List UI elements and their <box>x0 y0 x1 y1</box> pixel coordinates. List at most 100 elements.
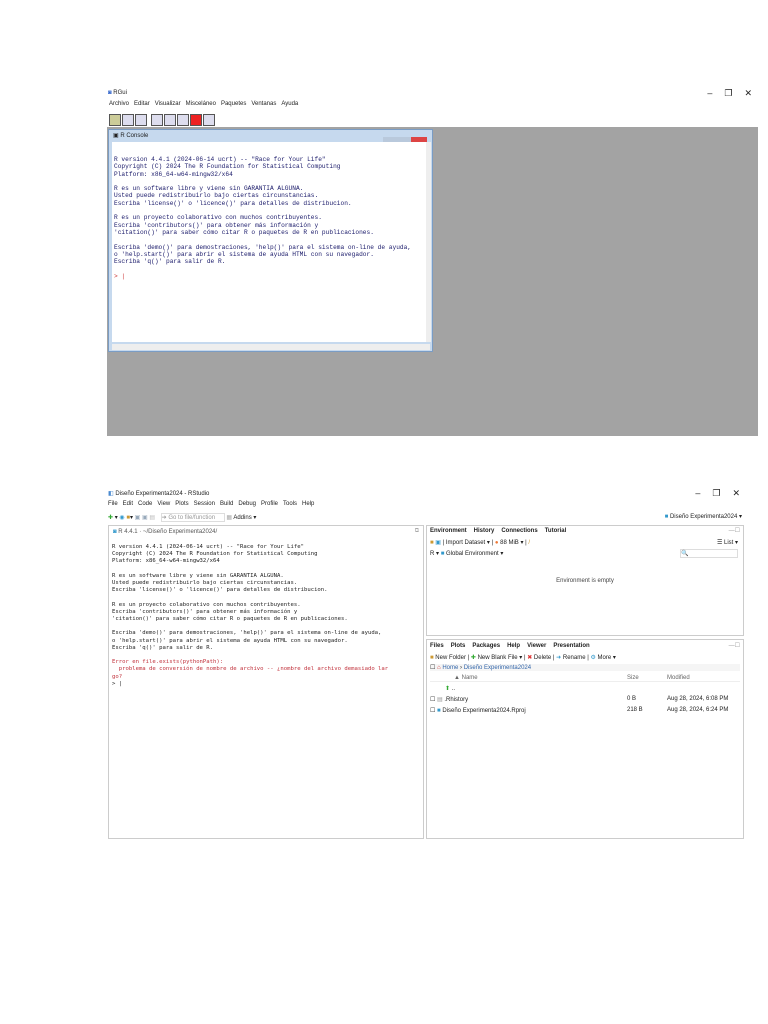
refresh-icon[interactable] <box>177 113 189 126</box>
print-icon[interactable] <box>203 113 215 126</box>
project-name: Diseño Experimenta2024 ▾ <box>669 514 742 520</box>
stop-icon[interactable] <box>190 113 202 126</box>
menu-editar[interactable]: Editar <box>134 101 150 107</box>
console-output[interactable]: R version 4.4.1 (2024-06-14 ucrt) -- "Ra… <box>112 544 422 688</box>
tab-presentation[interactable]: Presentation <box>553 643 589 649</box>
menu-build[interactable]: Build <box>220 501 233 507</box>
broom-icon[interactable]: / <box>528 540 530 546</box>
files-pane: Files Plots Packages Help Viewer Presentation… <box>426 639 744 839</box>
save-icon[interactable]: ▣ <box>435 540 441 546</box>
global-environment-select[interactable]: Global Environment ▾ <box>446 551 503 557</box>
menu-tools[interactable]: Tools <box>283 501 297 507</box>
console-line: Escriba 'demo()' para demostraciones, 'h… <box>112 630 382 637</box>
file-name[interactable]: .Rhistory <box>444 697 468 703</box>
environment-search-input[interactable]: 🔍 <box>680 549 738 558</box>
memory-icon: ● <box>494 540 499 546</box>
open-script-icon[interactable] <box>109 113 121 126</box>
tab-files[interactable]: Files <box>430 643 444 649</box>
menu-edit[interactable]: Edit <box>123 501 133 507</box>
language-select[interactable]: R ▾ <box>430 551 439 557</box>
list-view-button[interactable]: ☰ List ▾ <box>717 539 738 546</box>
save-icon[interactable] <box>135 113 147 126</box>
file-size: 218 B <box>627 707 643 713</box>
close-button[interactable]: ✕ <box>744 88 752 98</box>
delete-button[interactable]: Delete <box>534 655 551 661</box>
r-console-output[interactable]: R version 4.4.1 (2024-06-14 ucrt) -- "Ra… <box>112 142 426 342</box>
import-dataset-button[interactable]: Import Dataset ▾ <box>446 540 490 546</box>
console-line: problema de conversión de nombre de arch… <box>112 666 389 673</box>
rename-button[interactable]: Rename <box>563 655 586 661</box>
pane-minmax-icon[interactable]: —☐ <box>729 642 740 649</box>
tab-plots[interactable]: Plots <box>451 643 466 649</box>
file-row[interactable]: ☐ ■ Diseño Experimenta2024.Rproj 218 B A… <box>430 707 740 714</box>
r-console-title-text: R Console <box>120 133 149 139</box>
menu-plots[interactable]: Plots <box>175 501 188 507</box>
close-button[interactable]: ✕ <box>732 488 740 498</box>
load-icon[interactable]: ■ <box>430 540 434 546</box>
global-env-icon: ■ <box>440 551 445 557</box>
tab-connections[interactable]: Connections <box>501 528 537 534</box>
more-button[interactable]: More ▾ <box>598 655 616 661</box>
menu-profile[interactable]: Profile <box>261 501 278 507</box>
breadcrumb-project[interactable]: Diseño Experimenta2024 <box>464 665 531 671</box>
new-folder-button[interactable]: New Folder <box>435 655 466 661</box>
menu-paquetes[interactable]: Paquetes <box>221 101 246 107</box>
console-line: R es un proyecto colaborativo con muchos… <box>114 214 322 222</box>
menu-session[interactable]: Session <box>194 501 215 507</box>
environment-toolbar: ■ ▣ | Import Dataset ▾ | ● 88 MiB ▾ | / … <box>430 539 738 546</box>
console-line: Escriba 'contributors()' para obtener má… <box>112 608 298 615</box>
maximize-button[interactable]: ❐ <box>712 488 720 498</box>
new-project-icon[interactable]: ◉ <box>119 515 124 521</box>
paste-icon[interactable] <box>164 113 176 126</box>
maximize-button[interactable]: ❐ <box>724 88 732 98</box>
tab-viewer[interactable]: Viewer <box>527 643 546 649</box>
file-name[interactable]: Diseño Experimenta2024.Rproj <box>442 708 525 714</box>
addins-button[interactable]: Addins ▾ <box>233 515 256 521</box>
file-row[interactable]: ☐ ▤ .Rhistory 0 B Aug 28, 2024, 6:08 PM <box>430 696 740 703</box>
column-name[interactable]: ▲ Name <box>454 675 478 681</box>
menu-debug[interactable]: Debug <box>238 501 256 507</box>
goto-file-input[interactable]: ➜ Go to file/function <box>160 513 225 522</box>
column-modified[interactable]: Modified <box>667 675 690 681</box>
goto-placeholder: Go to file/function <box>168 515 216 521</box>
files-header: ▲ Name Size Modified <box>430 675 740 682</box>
print-icon[interactable]: ▤ <box>149 515 155 521</box>
copy-icon[interactable] <box>151 113 163 126</box>
minimize-button[interactable]: – <box>695 488 700 498</box>
minimize-button[interactable]: – <box>707 88 712 98</box>
tab-tutorial[interactable]: Tutorial <box>545 528 567 534</box>
vertical-scrollbar[interactable] <box>426 142 431 342</box>
breadcrumb-home[interactable]: Home <box>442 665 458 671</box>
menu-ventanas[interactable]: Ventanas <box>251 101 276 107</box>
new-blank-file-button[interactable]: New Blank File ▾ <box>478 655 523 661</box>
open-file-icon[interactable]: ■ <box>126 515 130 521</box>
menu-archivo[interactable]: Archivo <box>109 101 129 107</box>
menu-help[interactable]: Help <box>302 501 314 507</box>
tab-environment[interactable]: Environment <box>430 528 467 534</box>
column-size[interactable]: Size <box>627 675 639 681</box>
maximize-pane-icon[interactable]: ⧉ <box>415 528 419 535</box>
project-menu[interactable]: ■ Diseño Experimenta2024 ▾ <box>665 513 742 520</box>
new-file-icon[interactable]: ✚ <box>108 515 113 521</box>
load-workspace-icon[interactable] <box>122 113 134 126</box>
tab-history[interactable]: History <box>474 528 495 534</box>
tab-help[interactable]: Help <box>507 643 520 649</box>
grid-icon[interactable]: ▦ <box>226 515 232 521</box>
parent-dir-row[interactable]: ⬆ .. <box>445 685 455 692</box>
r-console-window: ▣ R Console R version 4.4.1 (2024-06-14 … <box>108 129 433 352</box>
menu-code[interactable]: Code <box>138 501 152 507</box>
menu-ayuda[interactable]: Ayuda <box>281 101 298 107</box>
tab-packages[interactable]: Packages <box>472 643 500 649</box>
menu-view[interactable]: View <box>157 501 170 507</box>
save-icon[interactable]: ▣ <box>135 515 141 521</box>
console-line: 'citation()' para saber cómo citar R o p… <box>112 616 348 623</box>
menu-file[interactable]: File <box>108 501 118 507</box>
menu-miscelaneo[interactable]: Misceláneo <box>186 101 216 107</box>
memory-usage-button[interactable]: 88 MiB ▾ <box>500 540 523 546</box>
menu-visualizar[interactable]: Visualizar <box>155 101 181 107</box>
horizontal-scrollbar[interactable] <box>112 344 430 350</box>
pane-minmax-icon[interactable]: —☐ <box>729 527 740 534</box>
save-all-icon[interactable]: ▣ <box>142 515 148 521</box>
